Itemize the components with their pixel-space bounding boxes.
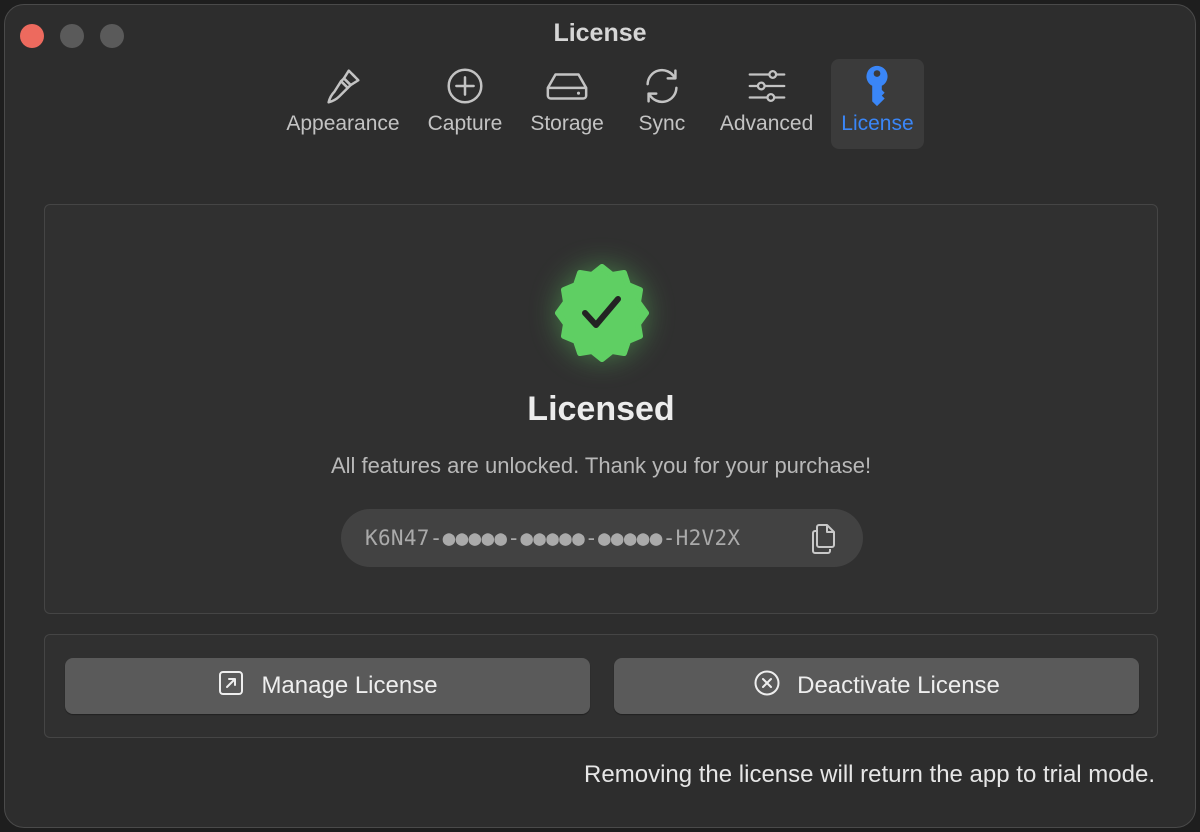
license-key-text: K6N47-●●●●●-●●●●●-●●●●●-H2V2X <box>365 526 741 550</box>
status-description: All features are unlocked. Thank you for… <box>330 453 872 478</box>
deactivate-license-button[interactable]: Deactivate License <box>614 658 1139 714</box>
preferences-toolbar: Appearance Capture Storage Sync Advanced… <box>5 59 1195 149</box>
key-icon <box>847 59 907 113</box>
tab-license[interactable]: License <box>831 59 924 149</box>
deactivate-license-label: Deactivate License <box>797 672 1000 699</box>
license-key-field: K6N47-●●●●●-●●●●●-●●●●●-H2V2X <box>341 509 863 567</box>
tab-storage[interactable]: Storage <box>520 59 614 149</box>
x-circle-icon <box>753 669 781 704</box>
manage-license-label: Manage License <box>261 672 438 699</box>
tab-storage-label: Storage <box>530 112 604 135</box>
copy-icon[interactable] <box>807 521 841 555</box>
verified-checkmark-badge-icon <box>552 263 652 363</box>
sliders-icon <box>737 59 797 113</box>
tab-sync[interactable]: Sync <box>622 59 702 149</box>
sync-arrows-icon <box>632 59 692 113</box>
tab-capture[interactable]: Capture <box>418 59 513 149</box>
tab-license-label: License <box>841 112 914 135</box>
status-title: Licensed <box>527 390 675 428</box>
tab-advanced-label: Advanced <box>719 112 814 135</box>
paintbrush-icon <box>313 59 373 113</box>
tab-capture-label: Capture <box>427 112 503 135</box>
trial-mode-note: Removing the license will return the app… <box>584 761 1155 788</box>
tab-appearance[interactable]: Appearance <box>276 59 409 149</box>
manage-license-button[interactable]: Manage License <box>65 658 590 714</box>
drive-icon <box>537 59 597 113</box>
license-window: License Appearance Capture Storage Sync … <box>4 4 1196 828</box>
license-actions-panel: Manage License Deactivate License <box>44 634 1158 738</box>
plus-circle-icon <box>435 59 495 113</box>
tab-sync-label: Sync <box>638 112 686 135</box>
tab-advanced[interactable]: Advanced <box>710 59 823 149</box>
window-title: License <box>553 19 647 47</box>
external-link-square-icon <box>217 669 245 704</box>
tab-appearance-label: Appearance <box>286 112 400 135</box>
license-status-panel: Licensed All features are unlocked. Than… <box>44 204 1158 614</box>
